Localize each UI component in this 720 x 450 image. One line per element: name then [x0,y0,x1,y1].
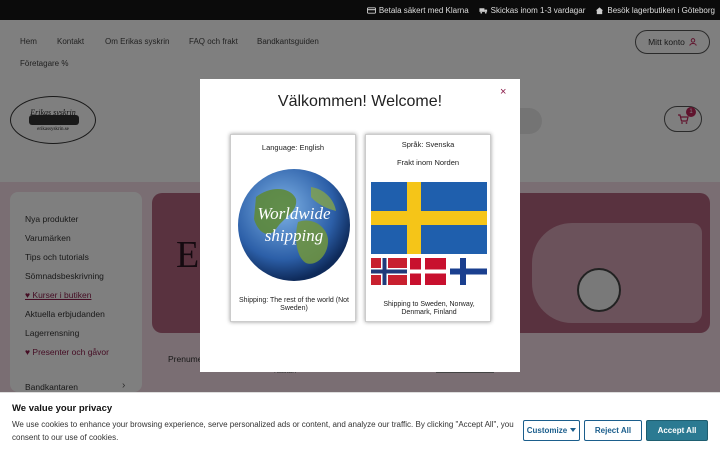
globe-text-worldwide: Worldwide [257,204,331,223]
home-icon [596,6,604,14]
swedish-language-label: Språk: Svenska [401,140,455,149]
top-info-bar: Betala säkert med Klarna Skickas inom 1-… [0,0,720,20]
card-icon [366,6,376,14]
accept-all-button[interactable]: Accept All [646,420,708,441]
modal-title: Välkommen! Welcome! [277,93,443,110]
topbar-item-store[interactable]: Besök lagerbutiken i Göteborg [595,6,715,15]
caret-down-icon [570,428,577,432]
topbar-klarna-label: Betala säkert med Klarna [378,5,469,15]
cookie-text: We use cookies to enhance your browsing … [12,420,514,442]
english-language-label: Language: English [261,143,325,152]
cookie-title: We value your privacy [12,403,113,414]
customize-label: Customize [526,426,568,435]
globe-text-shipping: shipping [265,226,324,245]
english-option-card[interactable]: Language: English Worldwide shipping Shi… [230,134,356,322]
topbar-shipping-label: Skickas inom 1-3 vardagar [490,5,586,15]
cookie-consent-banner: We value your privacy We use cookies to … [0,392,720,450]
close-icon[interactable]: × [500,86,506,98]
nordic-flags-icon [371,182,487,285]
swedish-region-label: Frakt inom Norden [396,158,460,167]
denmark-flag-icon [410,258,446,285]
topbar-store-label: Besök lagerbutiken i Göteborg [607,5,715,15]
english-shipping-label: Shipping: The rest of the world (Not Swe… [239,297,349,312]
language-modal: Välkommen! Welcome! × Language: English … [200,79,520,372]
sweden-flag-icon [371,182,487,254]
customize-button[interactable]: Customize [523,420,580,441]
truck-icon [479,7,487,14]
topbar-item-klarna: Betala säkert med Klarna [366,5,469,15]
norway-flag-icon [371,258,407,285]
swedish-shipping-label: Shipping to Sweden, Norway, Denmark, Fin… [383,301,475,316]
topbar-item-shipping: Skickas inom 1-3 vardagar [479,5,586,15]
globe-icon: Worldwide shipping [238,169,350,281]
reject-all-button[interactable]: Reject All [584,420,642,441]
finland-flag-icon [450,258,487,285]
swedish-option-card[interactable]: Språk: Svenska Frakt inom Norden Shippin… [365,134,491,322]
